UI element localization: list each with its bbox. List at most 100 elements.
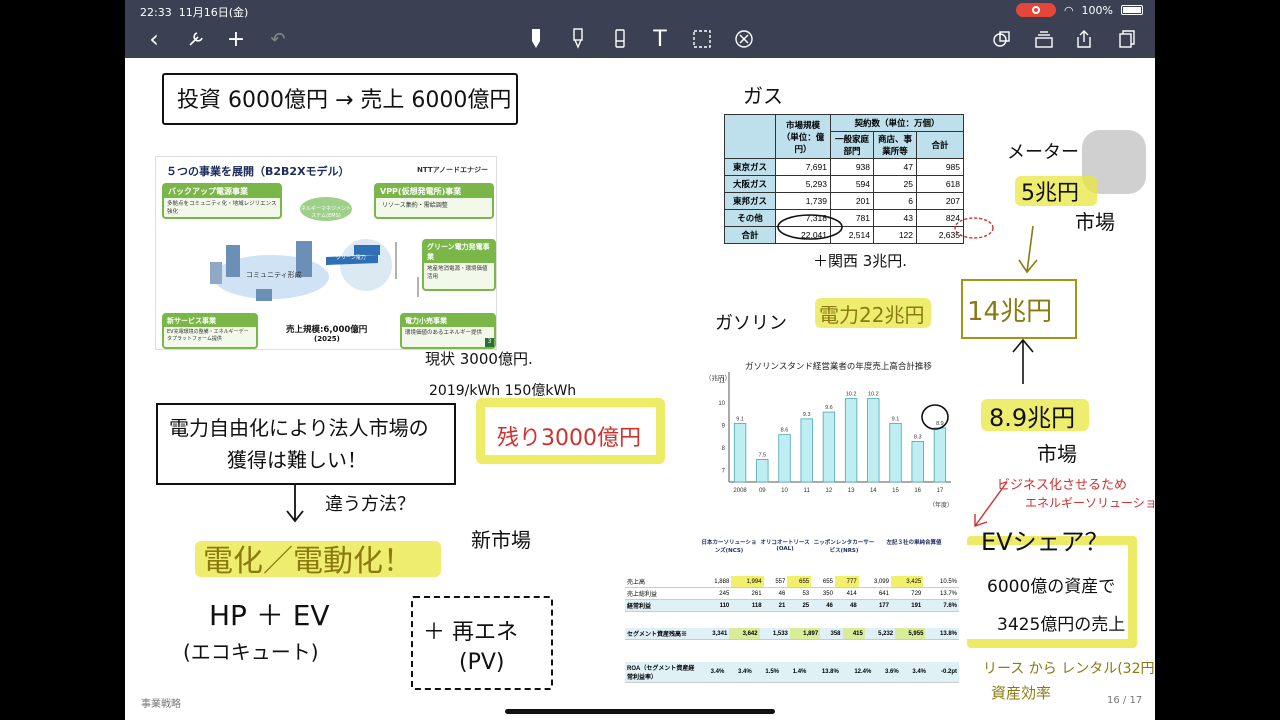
x-tick-label: 13 (848, 488, 855, 494)
liberalization-note-1: 電力自由化により法人市場の (169, 416, 429, 440)
finance-slide: 日本カーソリューションズ(NCS) オリコオートリース(OAL) ニッポンレンタ… (625, 538, 961, 688)
kwh-note: 2019/kWh 150億kWh (429, 383, 577, 399)
y-tick-label: 8 (722, 446, 726, 452)
home-indicator[interactable] (505, 709, 775, 714)
shapes-icon[interactable] (989, 26, 1015, 52)
x-tick-label: 2008 (733, 488, 747, 494)
finance-table: 売上高 1,888 1,994 557 655 655 777 3,099 3,425 10.5%… (625, 576, 959, 612)
x-tick-label: 16 (914, 488, 921, 494)
bar-value-label: 7.5 (758, 452, 766, 458)
bar (844, 398, 858, 483)
table-row: 経常利益 110 118 21 25 46 48 177 191 7.6% (625, 599, 959, 612)
meter-value: 5兆円 (1021, 181, 1079, 206)
slide-page-number: 3 (485, 338, 494, 347)
bar (867, 398, 880, 483)
bar (911, 441, 924, 483)
bar-value-label: 8.3 (914, 434, 922, 440)
y-tick-label: 11 (719, 379, 726, 385)
ev-detail-2: 3425億円の売上 (997, 615, 1126, 635)
bar (889, 422, 902, 483)
close-icon[interactable] (731, 26, 757, 52)
community-label: コミュニティ形成 (246, 271, 302, 279)
new-market-note: 新市場 (471, 528, 531, 552)
method-note: 違う方法？ (325, 494, 415, 515)
red-note-2: エネルギーソリューション (1025, 496, 1155, 510)
text-icon[interactable]: T (647, 26, 673, 52)
sales-scale: 売上規模:6,000億円 (286, 325, 368, 335)
arrow-up-icon (1012, 338, 1034, 384)
table-row: 東京ガス 7,691 938 47 985 (724, 158, 964, 176)
note-page[interactable]: 投資 6000億円 → 売上 6000億円 ５つの事業を展開（B2B2Xモデル）… (125, 58, 1155, 720)
remaining-note: 残り3000億円 (497, 426, 641, 451)
energy-network-illustration (210, 197, 419, 301)
meter-note: メーター (1007, 142, 1079, 163)
table-row: ROA（セグメント資産経常利益率） 3.4% 3.4% 1.5% 1.4% 13.8% 12… (625, 662, 959, 683)
finance-table: ROA（セグメント資産経常利益率） 3.4% 3.4% 1.5% 1.4% 13.8% 12… (625, 662, 959, 683)
battery-label: 100% (1081, 3, 1113, 17)
arrow-down-icon (286, 485, 304, 523)
back-icon[interactable]: ‹ (141, 25, 167, 53)
x-tick-label: 17 (937, 488, 944, 494)
table-row: 売上総利益 245 261 46 53 350 414 641 729 13.7% (625, 587, 959, 600)
lasso-icon[interactable] (689, 26, 715, 52)
lease-note-1: リース から レンタル(32円%) (983, 661, 1155, 677)
ev-market-value: 8.9兆円 (989, 404, 1076, 432)
pages-icon[interactable] (1113, 26, 1139, 52)
x-tick-label: 10 (781, 488, 788, 494)
ecocute-note: (エコキュート) (183, 640, 319, 664)
total-note: 14兆円 (967, 297, 1053, 327)
gasoline-note: ガソリン (715, 313, 787, 334)
add-icon[interactable]: + (223, 26, 249, 52)
bar-value-label: 9.1 (892, 416, 900, 422)
meter-market: 市場 (1075, 210, 1115, 234)
electrify-note: 電化／電動化！ (203, 544, 413, 579)
table-row: 売上高 1,888 1,994 557 655 655 777 3,099 3,425 10.5% (625, 576, 959, 588)
bar-value-label: 10.2 (846, 392, 857, 398)
y-tick-label: 7 (722, 469, 726, 475)
battery-icon (1121, 5, 1143, 15)
gas-kansai-note: ＋関西 3兆円. (813, 252, 908, 270)
red-note-1: ビジネス化させるため (997, 478, 1128, 493)
status-bar: 22:33 11月16日(金) ◠ 100% (125, 0, 1155, 20)
bar-value-label: 10.2 (868, 392, 879, 398)
renewable-note-2: (PV) (459, 650, 505, 675)
arrow-down-icon (1018, 225, 1038, 274)
circle-annotation (777, 214, 843, 240)
status-time: 22:33 11月16日(金) (140, 6, 249, 19)
circle-annotation (954, 217, 994, 239)
bar-value-label: 8.6 (781, 428, 789, 434)
green-power-label: グリーン電力 (336, 255, 366, 261)
wrench-icon[interactable] (183, 26, 209, 52)
page-number: 16 / 17 (1107, 695, 1143, 706)
ev-share-note: EVシェア？ (981, 528, 1109, 556)
bar (933, 427, 947, 483)
share-icon[interactable] (1071, 26, 1097, 52)
ev-detail-1: 6000億の資産で (987, 577, 1116, 597)
gas-note: ガス (743, 84, 783, 108)
electric-note: 電力22兆円 (819, 303, 925, 327)
x-tick-label: 15 (892, 488, 899, 494)
sales-year: (2025) (314, 335, 340, 343)
renewable-note-1: ＋ 再エネ (423, 620, 518, 645)
highlighter-icon[interactable] (565, 26, 591, 52)
wifi-icon: ◠ (1063, 3, 1074, 17)
y-tick-label: 9 (722, 424, 726, 430)
bar-value-label: 9.1 (736, 416, 744, 422)
stack-icon[interactable] (1031, 26, 1057, 52)
table-row: 東邦ガス 1,739 201 6 207 (724, 192, 964, 210)
invest-note: 投資 6000億円 → 売上 6000億円 (177, 88, 512, 113)
recording-icon[interactable] (1015, 3, 1056, 17)
pen-icon[interactable] (523, 26, 549, 52)
bar-value-label: 9.6 (825, 405, 833, 411)
x-tick-label: 09 (759, 488, 766, 494)
x-tick-label: 14 (870, 488, 877, 494)
footer-title: 事業戦略 (141, 699, 181, 710)
bar (756, 459, 769, 483)
bar (778, 434, 791, 483)
x-tick-label: 11 (804, 488, 811, 494)
eraser-icon[interactable] (607, 26, 633, 52)
bar-value-label: 9.3 (803, 412, 811, 418)
undo-icon[interactable]: ↶ (265, 26, 291, 52)
bar (822, 411, 836, 483)
ems-label: エネルギーマネジメントシステム(EMS) (296, 206, 357, 219)
